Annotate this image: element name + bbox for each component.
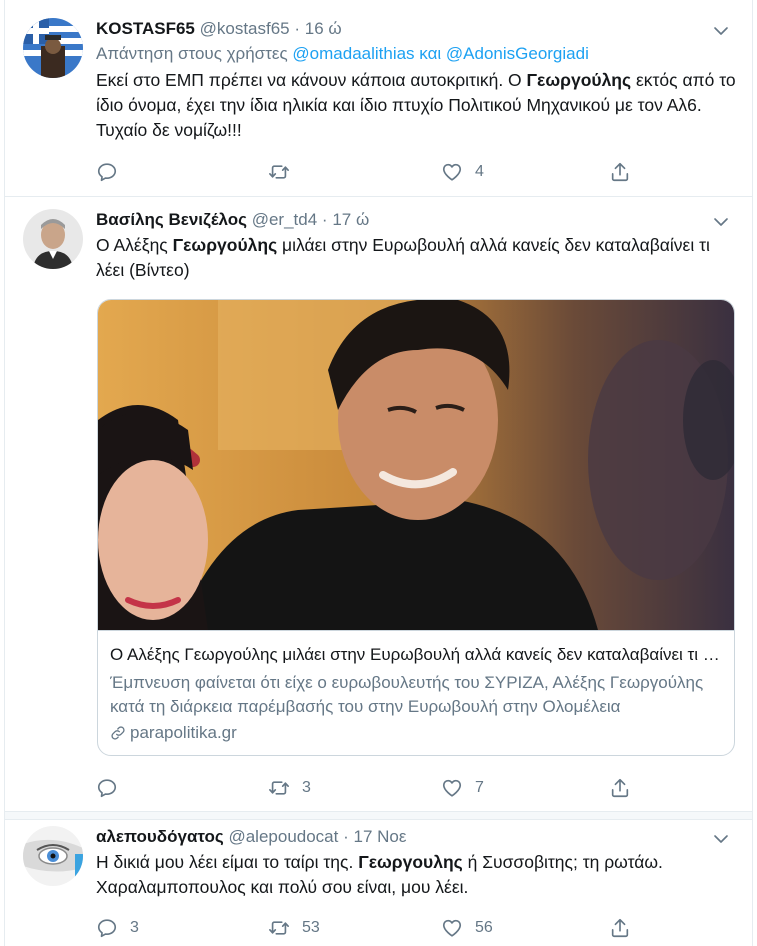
user-handle[interactable]: @alepoudocat [228, 827, 338, 846]
tweet[interactable]: KOSTASF65 @kostasf65 · 16 ώ Απάντηση στο… [5, 0, 752, 196]
tweet-header: αλεπουδόγατος @alepoudocat · 17 Νοε [96, 826, 736, 848]
like-icon [442, 779, 462, 797]
reply-icon [97, 779, 117, 798]
tweet-header: KOSTASF65 @kostasf65 · 16 ώ [96, 18, 736, 40]
share-icon [611, 778, 629, 798]
separator-dot: · [321, 210, 328, 229]
timestamp[interactable]: 16 ώ [305, 19, 342, 38]
reply-button[interactable]: 3 [96, 916, 139, 940]
like-icon [442, 163, 462, 181]
chevron-down-icon[interactable] [712, 22, 730, 40]
reply-icon [97, 919, 117, 938]
like-button[interactable]: 56 [441, 916, 493, 940]
share-icon [611, 918, 629, 938]
tweet-actions: 3 53 56 [96, 916, 656, 940]
tweet-actions: 4 [96, 160, 656, 184]
chevron-down-icon[interactable] [712, 213, 730, 231]
highlighted-term: Γεωργούλης [172, 235, 278, 255]
share-button[interactable] [609, 916, 631, 940]
user-handle[interactable]: @er_td4 [252, 210, 317, 229]
like-count: 7 [475, 779, 484, 796]
reply-button[interactable] [96, 776, 130, 800]
tweet-header: Βασίλης Βενιζέλος @er_td4 · 17 ώ [96, 209, 736, 231]
card-domain-text: parapolitika.gr [130, 723, 237, 742]
like-button[interactable]: 7 [441, 776, 484, 800]
like-count: 4 [475, 163, 484, 180]
retweet-count: 3 [302, 779, 311, 796]
timestamp[interactable]: 17 ώ [332, 210, 369, 229]
tweet-actions: 3 7 [96, 776, 656, 800]
link-card[interactable]: Ο Αλέξης Γεωργούλης μιλάει στην Ευρωβουλ… [97, 299, 735, 756]
retweet-count: 53 [302, 919, 320, 936]
retweet-icon [269, 921, 289, 935]
reply-button[interactable] [96, 160, 130, 184]
timestamp[interactable]: 17 Νοε [354, 827, 407, 846]
avatar[interactable] [23, 826, 83, 886]
display-name[interactable]: KOSTASF65 [96, 19, 195, 38]
tweet-text: Ο Αλέξης Γεωργούλης μιλάει στην Ευρωβουλ… [96, 233, 736, 283]
separator-dot: · [294, 19, 301, 38]
reply-mentions[interactable]: @omadaalithias και @AdonisGeorgiadi [292, 44, 588, 63]
avatar[interactable] [23, 18, 83, 78]
reply-context: Απάντηση στους χρήστες @omadaalithias κα… [96, 42, 736, 66]
timeline-border-right [752, 0, 753, 946]
reply-prefix: Απάντηση στους χρήστες [96, 44, 288, 63]
retweet-button[interactable] [268, 160, 302, 184]
retweet-button[interactable]: 53 [268, 916, 320, 940]
tweet[interactable]: αλεπουδόγατος @alepoudocat · 17 Νοε Η δι… [5, 820, 752, 946]
share-button[interactable] [609, 160, 631, 184]
reply-count: 3 [130, 919, 139, 936]
card-domain[interactable]: parapolitika.gr [110, 721, 722, 745]
card-description: Έμπνευση φαίνεται ότι είχε ο ευρωβουλευτ… [110, 673, 704, 716]
share-icon [611, 162, 629, 182]
chevron-down-icon[interactable] [712, 830, 730, 848]
retweet-icon [269, 781, 289, 795]
like-button[interactable]: 4 [441, 160, 484, 184]
text-segment: Ο Αλέξης [96, 235, 173, 255]
text-segment: Εκεί στο ΕΜΠ πρέπει να κάνουν κάποια αυτ… [96, 70, 527, 90]
tweet-text: Η δικιά μου λέει είμαι το ταίρι της. Γεω… [96, 850, 736, 900]
card-title[interactable]: Ο Αλέξης Γεωργούλης μιλάει στην Ευρωβουλ… [110, 643, 722, 667]
retweet-icon [269, 165, 289, 179]
text-segment: Η δικιά μου λέει είμαι το ταίρι της. [96, 852, 359, 872]
highlighted-term: Γεωργούλης [526, 70, 632, 90]
tweet-text: Εκεί στο ΕΜΠ πρέπει να κάνουν κάποια αυτ… [96, 68, 736, 143]
card-image[interactable] [98, 300, 734, 631]
user-handle[interactable]: @kostasf65 [200, 19, 290, 38]
display-name[interactable]: Βασίλης Βενιζέλος [96, 210, 247, 229]
like-icon [442, 919, 462, 937]
separator-dot: · [343, 827, 349, 846]
like-count: 56 [475, 919, 493, 936]
reply-icon [97, 163, 117, 182]
tweet[interactable]: Βασίλης Βενιζέλος @er_td4 · 17 ώ Ο Αλέξη… [5, 197, 752, 811]
avatar[interactable] [23, 209, 83, 269]
display-name[interactable]: αλεπουδόγατος [96, 827, 224, 846]
retweet-button[interactable]: 3 [268, 776, 311, 800]
share-button[interactable] [609, 776, 631, 800]
link-icon [111, 726, 125, 740]
highlighted-term: Γεωργουλης [358, 852, 463, 872]
conversation-divider [5, 811, 752, 820]
